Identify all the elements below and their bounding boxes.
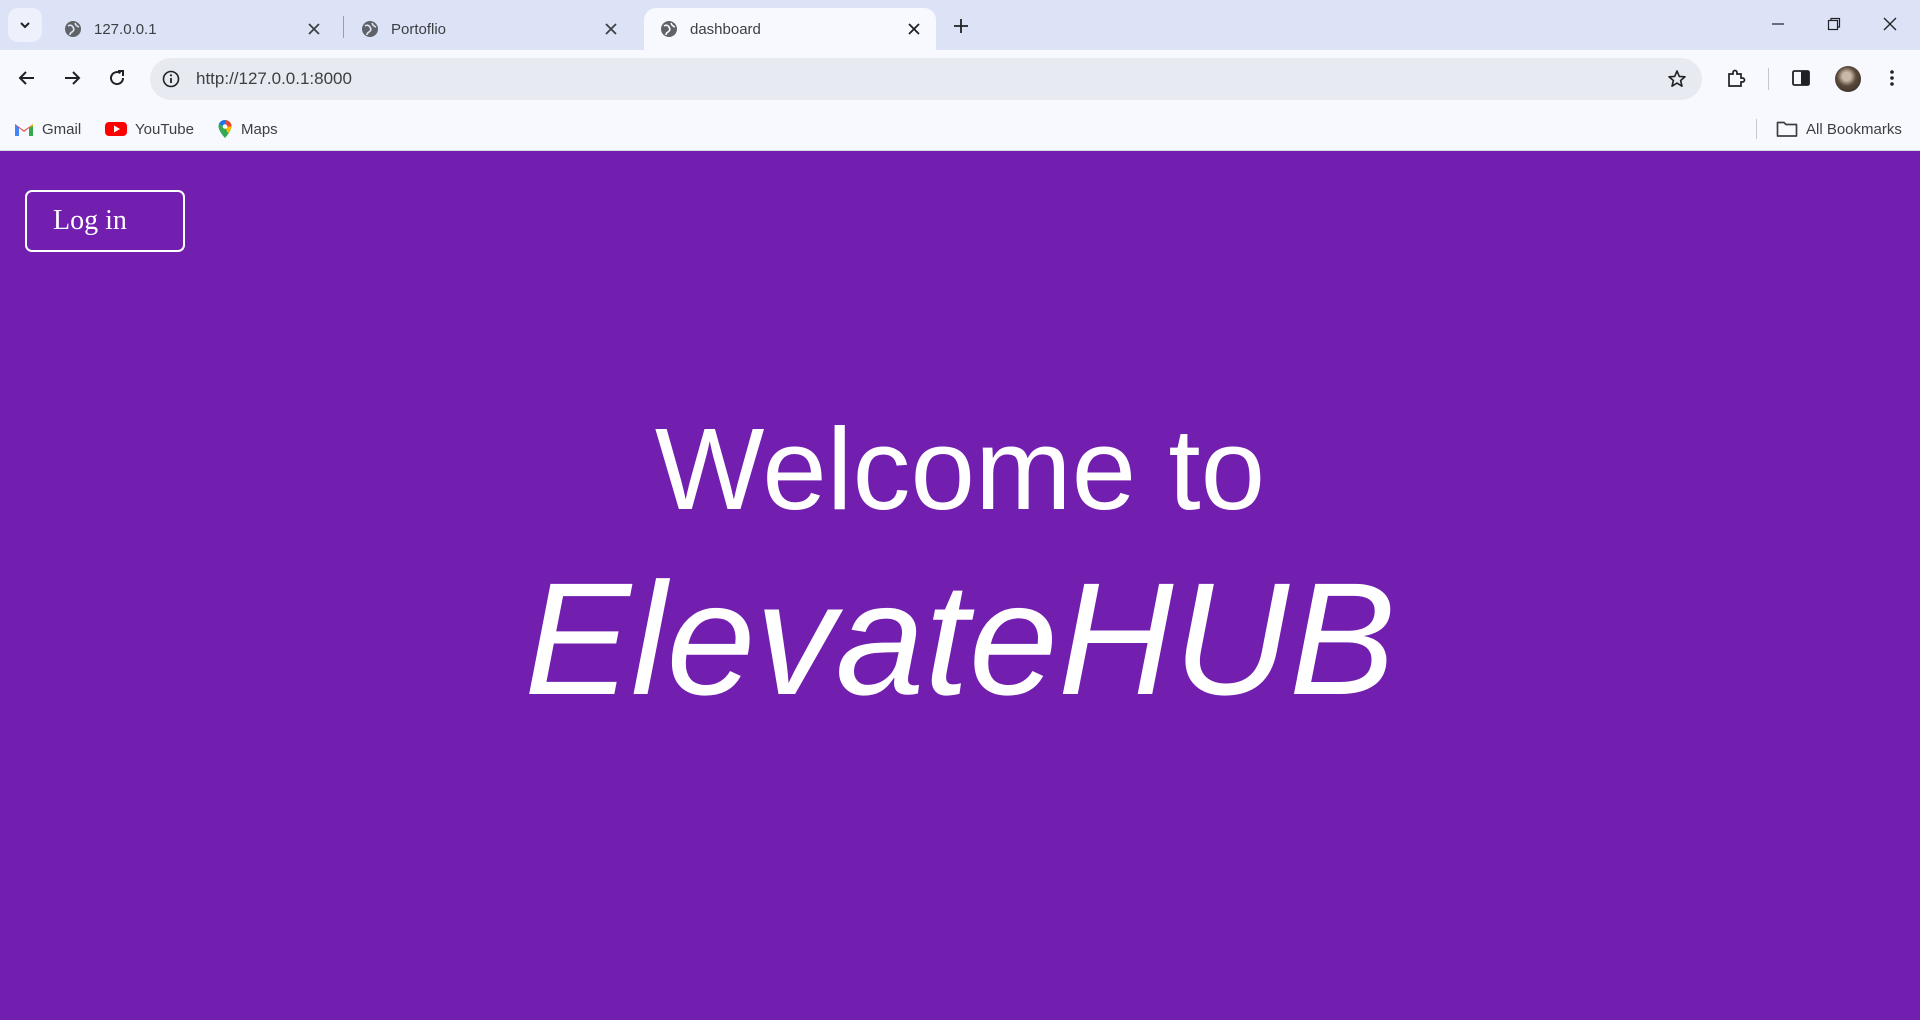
globe-icon — [661, 21, 677, 37]
forward-button[interactable] — [54, 60, 90, 96]
menu-button[interactable] — [1874, 60, 1910, 96]
close-icon[interactable] — [904, 19, 924, 39]
bookmarks-separator — [1756, 119, 1757, 139]
tab-search-button[interactable] — [8, 8, 42, 42]
restore-icon — [1827, 17, 1841, 31]
plus-icon — [954, 19, 968, 33]
address-bar[interactable]: http://127.0.0.1:8000 — [150, 58, 1702, 100]
arrow-left-icon — [18, 71, 34, 85]
reload-button[interactable] — [99, 60, 135, 96]
site-info-icon[interactable] — [160, 68, 182, 90]
tab-title: Portoflio — [391, 20, 447, 38]
tab-1[interactable]: 127.0.0.1 — [48, 8, 336, 50]
chevron-down-icon — [20, 22, 30, 29]
new-tab-button[interactable] — [948, 13, 974, 39]
url-text[interactable]: http://127.0.0.1:8000 — [196, 69, 352, 89]
tab-2[interactable]: Portoflio — [345, 8, 633, 50]
extensions-button[interactable] — [1718, 60, 1754, 96]
close-icon[interactable] — [304, 19, 324, 39]
close-icon — [1883, 17, 1897, 31]
arrow-right-icon — [65, 71, 81, 85]
minimize-button[interactable] — [1750, 0, 1806, 48]
close-icon[interactable] — [601, 19, 621, 39]
all-bookmarks-button[interactable]: All Bookmarks — [1776, 117, 1902, 141]
bookmark-youtube[interactable]: YouTube — [105, 117, 194, 141]
reload-icon — [110, 70, 125, 86]
bookmark-label: YouTube — [135, 120, 194, 138]
back-button[interactable] — [9, 60, 45, 96]
globe-icon — [65, 21, 81, 37]
brand-title: ElevateHUB — [524, 549, 1396, 728]
bookmark-label: Maps — [241, 120, 278, 138]
bookmarks-bar: Gmail YouTube Maps All Bookmarks — [0, 107, 1920, 151]
close-window-button[interactable] — [1862, 0, 1918, 48]
tab-title: dashboard — [690, 20, 761, 38]
minimize-icon — [1772, 23, 1784, 25]
puzzle-icon — [1728, 69, 1746, 87]
bookmark-star-icon[interactable] — [1666, 68, 1688, 90]
globe-icon — [362, 21, 378, 37]
side-panel-button[interactable] — [1783, 60, 1819, 96]
bookmark-maps[interactable]: Maps — [217, 117, 278, 141]
all-bookmarks-label: All Bookmarks — [1806, 120, 1902, 138]
kebab-menu-icon — [1890, 70, 1894, 86]
tab-3-active[interactable]: dashboard — [644, 8, 936, 50]
browser-toolbar: http://127.0.0.1:8000 — [0, 50, 1920, 107]
bookmark-gmail[interactable]: Gmail — [14, 117, 81, 141]
restore-button[interactable] — [1806, 0, 1862, 48]
welcome-heading: Welcome to — [654, 404, 1266, 534]
page-content: Log in Welcome to ElevateHUB — [0, 151, 1920, 1020]
tab-title: 127.0.0.1 — [94, 20, 157, 38]
side-panel-icon — [1792, 70, 1810, 86]
tab-strip: 127.0.0.1 Portoflio dashboard — [0, 0, 1920, 50]
tab-separator — [343, 16, 344, 38]
folder-icon — [1776, 120, 1798, 138]
login-button[interactable]: Log in — [25, 190, 185, 252]
gmail-icon — [14, 121, 34, 137]
maps-icon — [217, 119, 233, 139]
bookmark-label: Gmail — [42, 120, 82, 138]
youtube-icon — [105, 121, 127, 137]
profile-avatar[interactable] — [1835, 66, 1861, 92]
toolbar-separator — [1768, 68, 1769, 90]
